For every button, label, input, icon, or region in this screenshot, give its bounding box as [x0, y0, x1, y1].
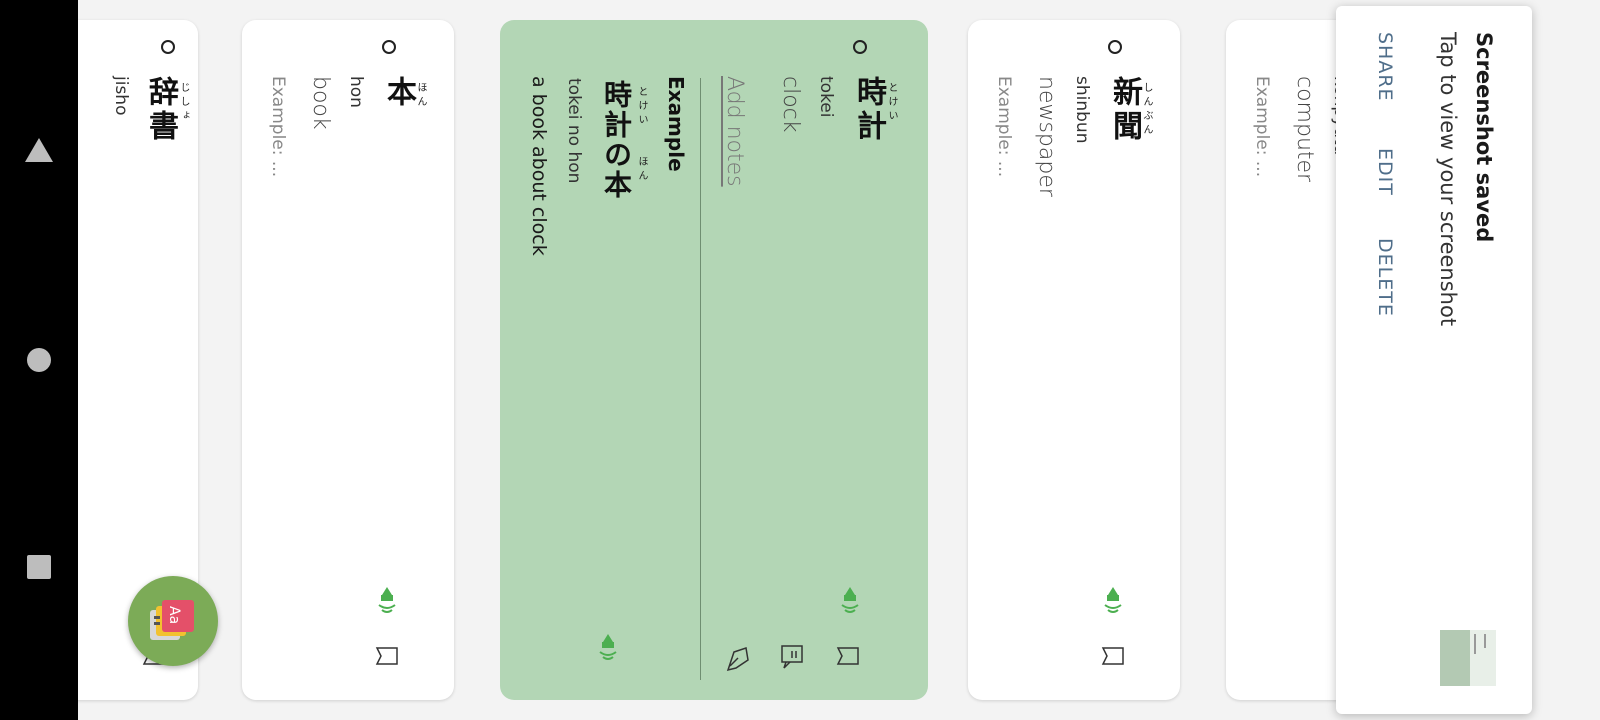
toast-title: Screenshot saved [1472, 32, 1496, 243]
home-icon[interactable] [24, 345, 54, 375]
romaji: tokei [816, 76, 836, 118]
system-nav-bar [0, 0, 78, 720]
example-translation: a book about clock [528, 76, 550, 256]
example-placeholder: Example: ... [1252, 76, 1272, 178]
meaning: computer [1292, 76, 1317, 183]
speaker-icon[interactable] [1099, 585, 1127, 619]
screenshot-toast[interactable]: Screenshot saved Tap to view your screen… [1336, 6, 1532, 714]
bookmark-flag-icon[interactable] [836, 646, 862, 666]
example-furigana: とけい ほん [636, 86, 647, 184]
delete-button[interactable]: DELETE [1374, 238, 1396, 317]
edit-button[interactable]: EDIT [1374, 148, 1396, 196]
select-radio[interactable] [853, 40, 867, 54]
meaning: book [308, 76, 333, 130]
meaning: clock [778, 76, 803, 133]
add-notes-link[interactable]: Add notes [722, 76, 747, 187]
meaning: newspaper [1034, 76, 1059, 197]
comment-icon[interactable] [780, 644, 806, 670]
word-card-shinbun[interactable]: しんぶん 新聞 shinbun newspaper Example: ... [968, 20, 1180, 700]
example-speaker-icon[interactable] [594, 632, 622, 666]
example-romaji: tokei no hon [564, 78, 584, 184]
speaker-icon[interactable] [373, 585, 401, 619]
word: 時計 [851, 76, 886, 144]
word: 辞書 [143, 76, 178, 144]
fab-label: Aa [166, 606, 182, 624]
romaji: shinbun [1072, 76, 1092, 144]
screenshot-thumbnail[interactable] [1440, 630, 1496, 686]
divider [700, 78, 701, 680]
share-button[interactable]: SHARE [1374, 32, 1396, 102]
word: 本 [381, 76, 416, 110]
word-card-hon[interactable]: ほん 本 hon book Example: ... [242, 20, 454, 700]
example-sentence: 時計の本 [600, 80, 633, 200]
select-radio[interactable] [1108, 40, 1122, 54]
dictionary-app-icon: Aa [150, 600, 194, 640]
toast-subtitle[interactable]: Tap to view your screenshot [1436, 32, 1460, 326]
romaji: hon [346, 76, 366, 108]
handwriting-icon[interactable] [724, 644, 752, 674]
word: 新聞 [1107, 76, 1142, 144]
word-card-tokei-active[interactable]: とけい 時計 tokei clock Add notes Example とけい… [500, 20, 928, 700]
speaker-icon[interactable] [836, 585, 864, 619]
back-icon[interactable] [24, 135, 54, 165]
romaji: jisho [111, 76, 131, 116]
example-heading: Example [664, 76, 688, 172]
bookmark-flag-icon[interactable] [375, 646, 401, 666]
dictionary-fab-button[interactable]: Aa [128, 576, 218, 666]
recents-icon[interactable] [24, 552, 54, 582]
example-placeholder: Example: ... [994, 76, 1014, 178]
select-radio[interactable] [382, 40, 396, 54]
example-placeholder: Example: ... [268, 76, 288, 178]
bookmark-flag-icon[interactable] [1101, 646, 1127, 666]
select-radio[interactable] [161, 40, 175, 54]
